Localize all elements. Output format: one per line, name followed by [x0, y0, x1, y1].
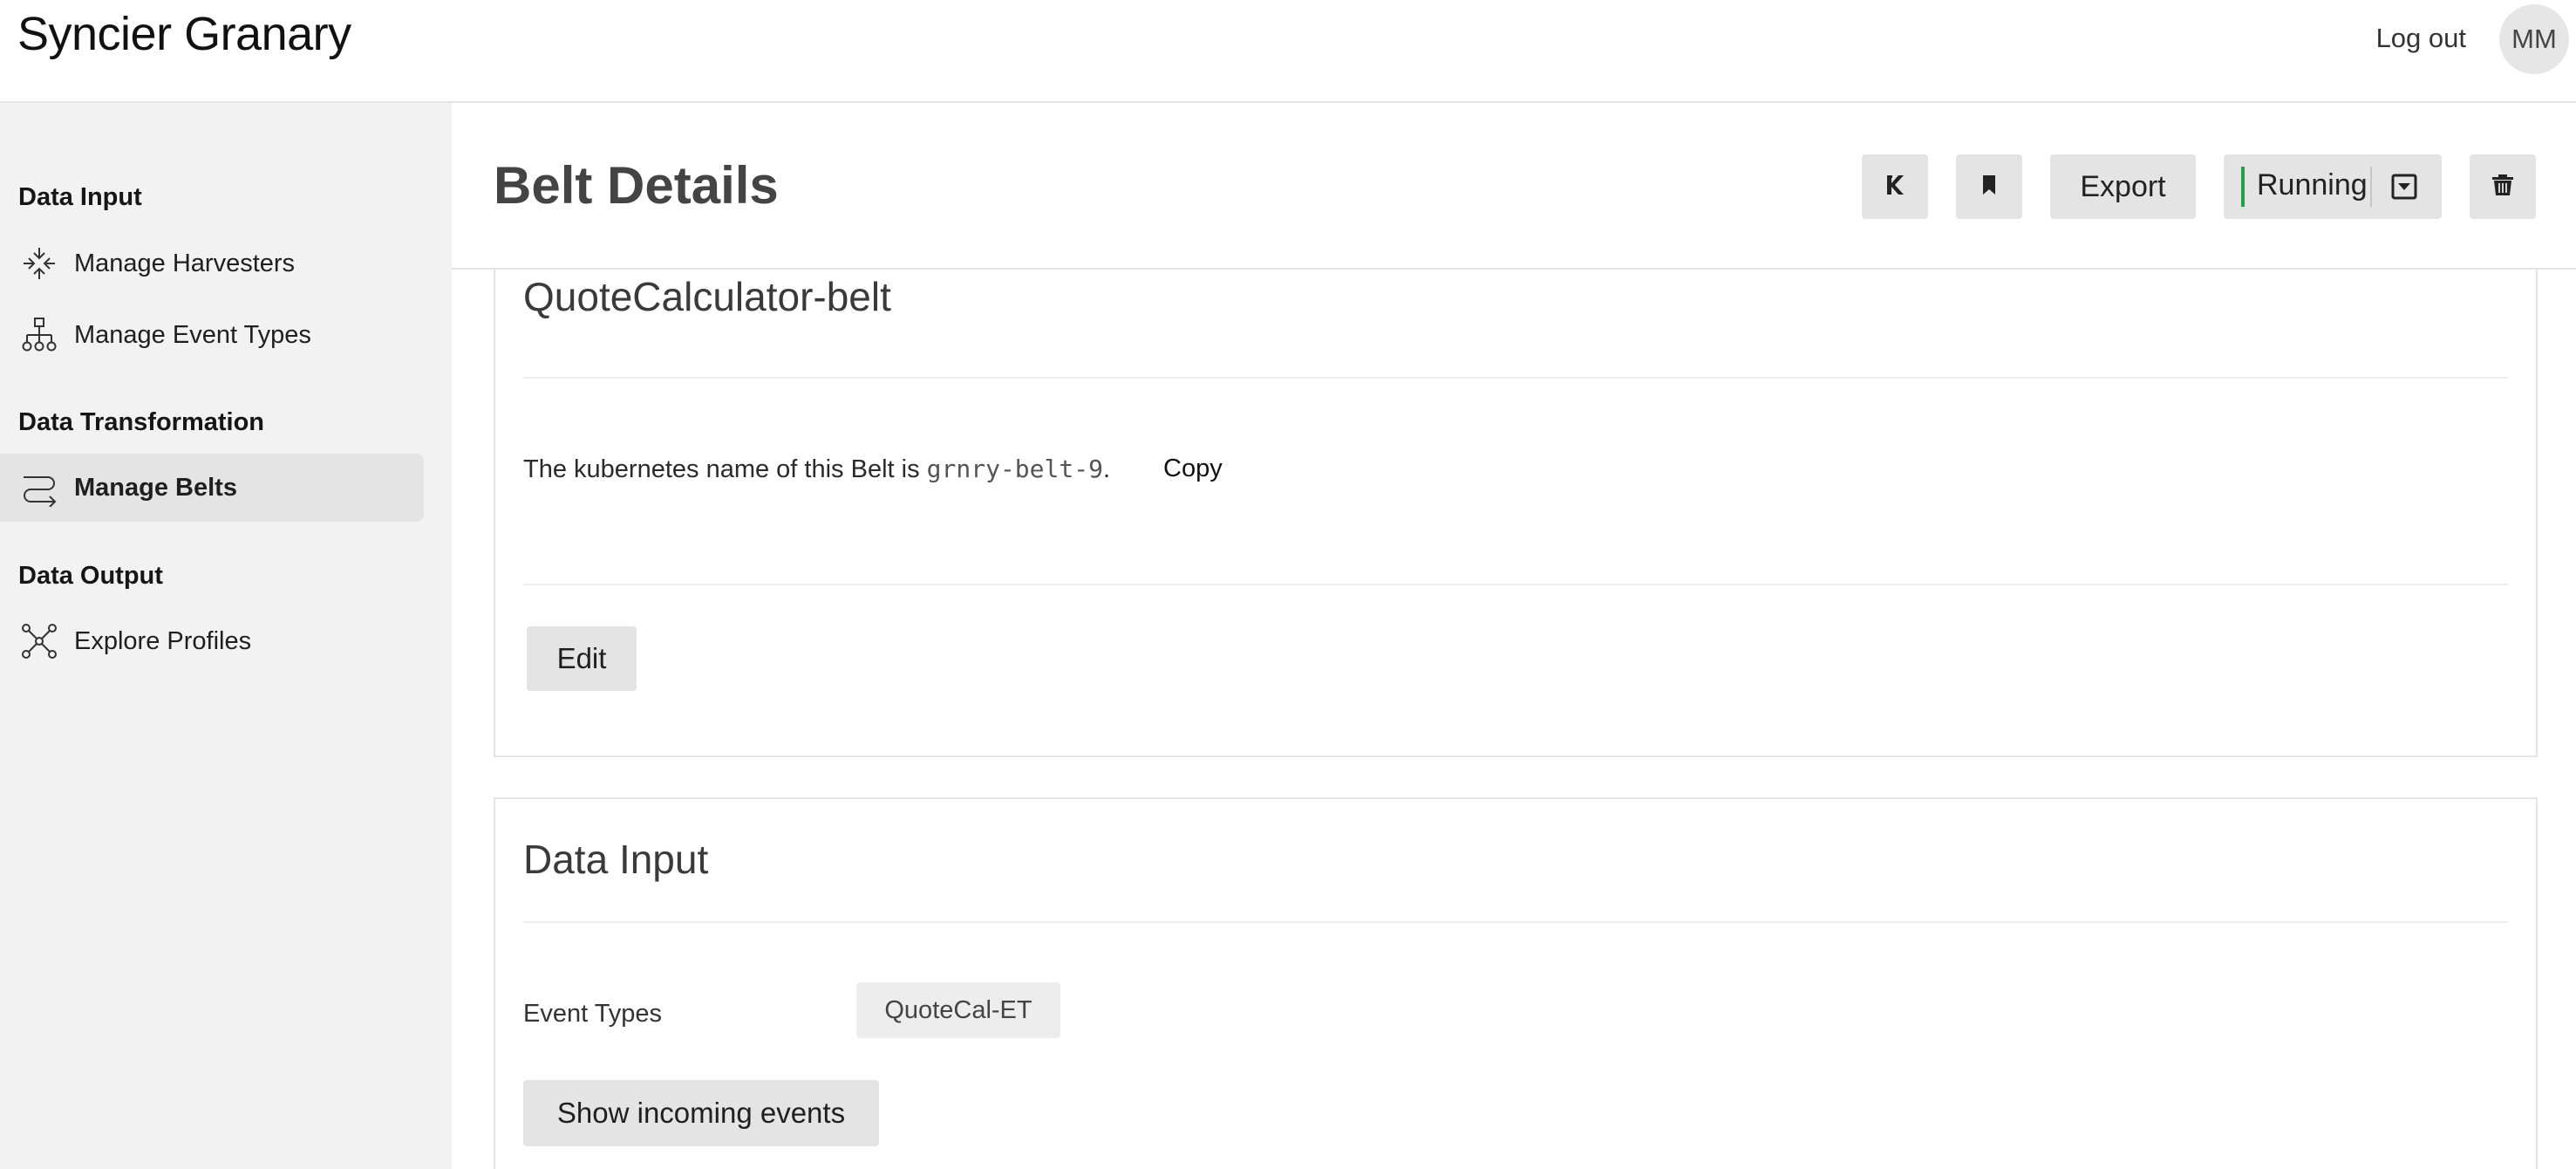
- sidebar-item-manage-harvesters[interactable]: Manage Harvesters: [0, 229, 424, 297]
- data-input-card: Data Input Event Types QuoteCal-ET Show …: [494, 797, 2538, 1169]
- sidebar-section-data-input: Data Input: [18, 183, 142, 211]
- sidebar-section-data-output: Data Output: [18, 562, 163, 590]
- edit-button[interactable]: Edit: [527, 626, 637, 691]
- sidebar-item-label: Manage Harvesters: [74, 249, 296, 277]
- network-icon: [18, 620, 60, 662]
- page-header: Belt Details Export Running: [452, 103, 2576, 270]
- status-indicator: [2241, 167, 2245, 207]
- hierarchy-icon: [18, 314, 60, 356]
- divider: [523, 584, 2508, 585]
- status-selector[interactable]: Running: [2224, 154, 2442, 219]
- sidebar-section-data-transformation: Data Transformation: [18, 408, 264, 436]
- avatar[interactable]: MM: [2499, 4, 2569, 74]
- k8s-name: grnry-belt-9: [926, 455, 1103, 483]
- main-content: QuoteCalculator-belt The kubernetes name…: [452, 270, 2576, 1169]
- event-types-label: Event Types: [523, 1000, 663, 1028]
- export-button[interactable]: Export: [2050, 154, 2196, 219]
- sidebar-item-label: Manage Event Types: [74, 320, 311, 349]
- k8s-suffix: .: [1102, 455, 1110, 483]
- kafka-icon: [1882, 172, 1908, 202]
- status-label: Running: [2257, 168, 2368, 202]
- belt-icon: [18, 467, 60, 509]
- event-type-tag[interactable]: QuoteCal-ET: [856, 982, 1060, 1038]
- trash-icon: [2490, 172, 2516, 202]
- kafka-button[interactable]: [1862, 154, 1928, 219]
- divider: [523, 377, 2508, 379]
- k8s-prefix: The kubernetes name of this Belt is: [523, 455, 927, 483]
- app-title[interactable]: Syncier Granary: [17, 7, 351, 61]
- bookmark-button[interactable]: [1956, 154, 2022, 219]
- belt-name: QuoteCalculator-belt: [523, 274, 891, 319]
- sidebar: Data Input Manage Harvesters Manage Even…: [0, 103, 452, 1169]
- divider: [2370, 167, 2372, 207]
- belt-details-card: QuoteCalculator-belt The kubernetes name…: [494, 270, 2538, 757]
- sidebar-item-explore-profiles[interactable]: Explore Profiles: [0, 607, 424, 675]
- top-bar: Syncier Granary Log out MM: [0, 0, 2576, 103]
- divider: [523, 921, 2508, 923]
- harvester-icon: [18, 243, 60, 284]
- logout-link[interactable]: Log out: [2376, 23, 2466, 54]
- delete-button[interactable]: [2470, 154, 2536, 219]
- kubernetes-name-text: The kubernetes name of this Belt is grnr…: [523, 455, 1110, 484]
- sidebar-item-manage-event-types[interactable]: Manage Event Types: [0, 301, 424, 369]
- data-input-title: Data Input: [523, 837, 709, 882]
- dropdown-icon[interactable]: [2391, 174, 2417, 200]
- page-title: Belt Details: [494, 156, 779, 215]
- bookmark-icon: [1976, 172, 2002, 202]
- sidebar-item-label: Explore Profiles: [74, 626, 252, 655]
- sidebar-item-label: Manage Belts: [74, 473, 237, 502]
- sidebar-item-manage-belts[interactable]: Manage Belts: [0, 454, 424, 522]
- show-incoming-events-button[interactable]: Show incoming events: [523, 1080, 879, 1146]
- copy-button[interactable]: Copy: [1163, 455, 1223, 483]
